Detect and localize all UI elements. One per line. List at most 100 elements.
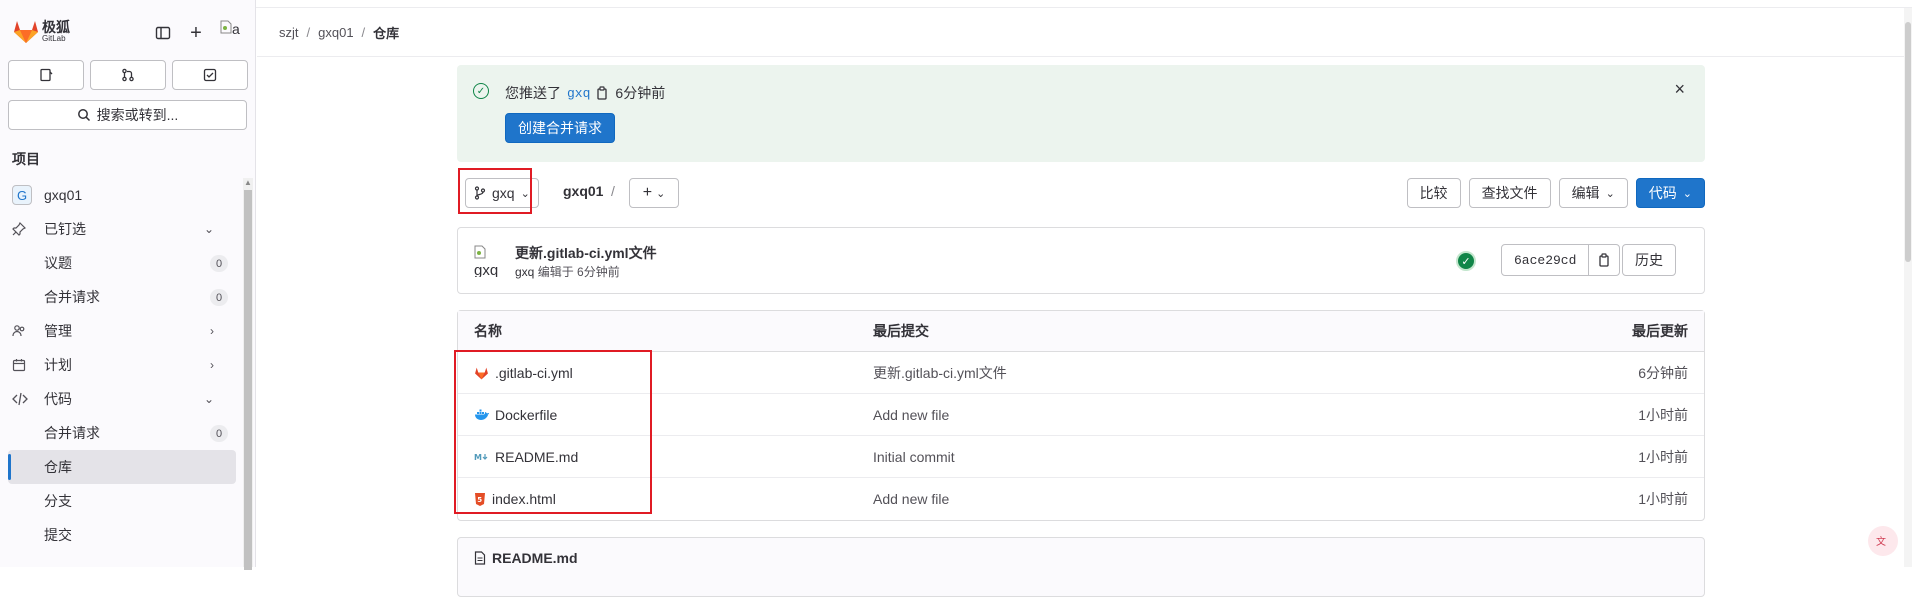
- todo-list-button[interactable]: [172, 60, 248, 90]
- sidebar-item-label: 提交: [44, 527, 72, 543]
- sidebar-item-commits[interactable]: 提交: [0, 518, 244, 552]
- alert-time: 6分钟前: [615, 85, 666, 101]
- logo-name-cn: 极狐: [42, 19, 70, 35]
- sidebar-item-merge-requests[interactable]: 合并请求 0: [0, 416, 244, 450]
- user-avatar[interactable]: a: [220, 20, 248, 44]
- count-badge: 0: [210, 255, 228, 272]
- project-avatar: G: [12, 185, 32, 205]
- breadcrumb-item-current[interactable]: 仓库: [373, 23, 399, 42]
- chevron-right-icon: ›: [210, 324, 214, 338]
- add-to-tree-button[interactable]: + ⌄: [629, 178, 679, 208]
- scrollbar-thumb[interactable]: [1905, 22, 1911, 262]
- compare-button[interactable]: 比较: [1406, 178, 1461, 208]
- file-last-commit-link[interactable]: Add new file: [873, 491, 1504, 507]
- sidebar-item-pinned[interactable]: 已钉选 ⌄: [0, 212, 244, 246]
- chevron-right-icon: ›: [210, 358, 214, 372]
- readme-panel: README.md: [457, 537, 1705, 597]
- assigned-issues-button[interactable]: [8, 60, 84, 90]
- commit-author-avatar[interactable]: gxq: [474, 245, 506, 277]
- count-badge: 0: [210, 425, 228, 442]
- plus-icon: +: [642, 184, 653, 201]
- commit-author-link[interactable]: gxq: [515, 265, 534, 279]
- commit-meta: gxq 编辑于 6分钟前: [515, 263, 620, 280]
- sidebar-item-manage[interactable]: 管理 ›: [0, 314, 244, 348]
- create-new-icon[interactable]: +: [183, 20, 209, 46]
- sidebar-item-merge-requests-pinned[interactable]: 合并请求 0: [0, 280, 244, 314]
- history-button[interactable]: 历史: [1622, 244, 1676, 276]
- commit-sha[interactable]: 6ace29cd: [1502, 245, 1590, 275]
- readme-title-link[interactable]: README.md: [492, 550, 578, 566]
- push-alert: ✓ 您推送了 gxq 6分钟前 × 创建合并请求: [457, 65, 1705, 162]
- logo-name-en: GitLab: [42, 34, 66, 43]
- svg-text:文: 文: [1876, 535, 1886, 548]
- scrollbar-thumb[interactable]: [244, 190, 252, 570]
- copy-icon: [1599, 253, 1609, 267]
- chevron-down-icon: ⌄: [1605, 187, 1615, 200]
- top-border: [0, 0, 1912, 8]
- sidebar-project[interactable]: G gxq01: [0, 178, 244, 212]
- file-last-update: 1小时前: [1638, 406, 1688, 423]
- sidebar-item-label: 管理: [44, 323, 72, 339]
- sidebar-item-issues[interactable]: 议题 0: [0, 246, 244, 280]
- count-badge: 0: [210, 289, 228, 306]
- copy-sha-button[interactable]: [1589, 245, 1619, 275]
- breadcrumb-item-project[interactable]: gxq01: [318, 25, 353, 40]
- sidebar-item-label: 分支: [44, 493, 72, 509]
- chevron-down-icon: ⌄: [1682, 187, 1692, 200]
- commit-sha-group: 6ace29cd: [1501, 244, 1621, 276]
- column-header-name: 名称: [474, 323, 502, 339]
- create-merge-request-button[interactable]: 创建合并请求: [505, 113, 615, 143]
- sidebar-item-label: 合并请求: [44, 289, 100, 305]
- merge-requests-button[interactable]: [90, 60, 166, 90]
- file-last-commit-link[interactable]: Initial commit: [873, 449, 1504, 465]
- sidebar-item-repository[interactable]: 仓库: [8, 450, 236, 484]
- sidebar-header: 极狐 GitLab + a: [0, 0, 256, 60]
- sidebar-item-branches[interactable]: 分支: [0, 484, 244, 518]
- file-last-update: 1小时前: [1638, 491, 1688, 507]
- edit-dropdown-button[interactable]: 编辑 ⌄: [1558, 178, 1628, 208]
- scroll-up-arrow-icon[interactable]: ▲: [244, 178, 252, 188]
- gitlab-logo-icon[interactable]: [12, 18, 40, 44]
- commit-edited-time: 编辑于 6分钟前: [537, 265, 620, 279]
- search-icon: [77, 109, 90, 122]
- pin-icon: [12, 222, 32, 236]
- broken-image-icon: [220, 20, 232, 34]
- edit-label: 编辑: [1571, 185, 1600, 201]
- column-header-last-update: 最后更新: [1632, 323, 1688, 339]
- breadcrumb-item-group[interactable]: szjt: [279, 25, 299, 40]
- sidebar-scrollbar[interactable]: ▲: [243, 178, 253, 570]
- sidebar-item-plan[interactable]: 计划 ›: [0, 348, 244, 382]
- last-commit-card: gxq 更新.gitlab-ci.yml文件 gxq 编辑于 6分钟前 ✓ 6a…: [457, 227, 1705, 294]
- alert-branch-link[interactable]: gxq: [567, 86, 590, 101]
- logo-text: 极狐 GitLab: [42, 20, 70, 43]
- sidebar-item-label: 已钉选: [44, 221, 86, 237]
- chevron-down-icon: ⌄: [203, 392, 214, 406]
- search-button[interactable]: 搜索或转到...: [8, 100, 247, 130]
- sidebar-item-label: 仓库: [44, 459, 72, 475]
- file-last-update: 6分钟前: [1638, 364, 1688, 381]
- commit-title-link[interactable]: 更新.gitlab-ci.yml文件: [515, 243, 657, 263]
- file-icon: [474, 551, 486, 565]
- code-dropdown-button[interactable]: 代码 ⌄: [1635, 178, 1705, 208]
- code-icon: [12, 392, 32, 406]
- repo-path-link[interactable]: gxq01: [563, 183, 603, 199]
- alert-prefix: 您推送了: [505, 85, 561, 101]
- alert-message: 您推送了 gxq 6分钟前: [505, 83, 665, 103]
- sidebar-nav: G gxq01 已钉选 ⌄ 议题 0 合并请求 0 管理 › 计划 › 代码 ⌄…: [0, 178, 244, 552]
- file-last-commit-link[interactable]: 更新.gitlab-ci.yml文件: [873, 363, 1504, 383]
- code-label: 代码: [1648, 185, 1677, 201]
- file-last-commit-link[interactable]: Add new file: [873, 407, 1504, 423]
- copy-icon[interactable]: [596, 86, 609, 100]
- page-scrollbar[interactable]: [1904, 8, 1912, 567]
- breadcrumb: szjt / gxq01 / 仓库: [257, 8, 1912, 57]
- check-circle-icon: ✓: [473, 83, 489, 99]
- pipeline-status-passed-icon[interactable]: ✓: [1456, 251, 1476, 271]
- translate-icon[interactable]: 文: [1868, 526, 1898, 556]
- toggle-sidebar-icon[interactable]: [150, 20, 176, 46]
- sidebar-item-code[interactable]: 代码 ⌄: [0, 382, 244, 416]
- sidebar-item-label: 代码: [44, 391, 72, 407]
- close-icon[interactable]: ×: [1674, 79, 1685, 100]
- find-file-button[interactable]: 查找文件: [1468, 178, 1551, 208]
- project-name: gxq01: [44, 187, 83, 203]
- sidebar-item-label: 计划: [44, 357, 72, 373]
